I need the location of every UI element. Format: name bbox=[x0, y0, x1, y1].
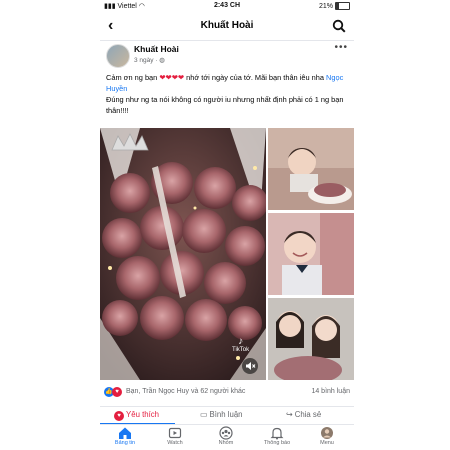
tab-watch[interactable]: Watch bbox=[150, 426, 200, 446]
tab-news-feed[interactable]: Bảng tin bbox=[100, 426, 150, 446]
bell-icon bbox=[270, 427, 284, 440]
post-meta: 3 ngày · ◍ bbox=[134, 57, 165, 64]
battery-status: 21% bbox=[319, 2, 350, 10]
tiktok-watermark: ♪ TikTok bbox=[232, 336, 250, 353]
top-nav: ‹ Khuất Hoài bbox=[100, 14, 354, 41]
heart-icon: ♥ bbox=[114, 411, 124, 421]
phone-screen: ▮▮▮ Viettel ◠ 2:43 CH 21% ‹ Khuất Hoài K… bbox=[100, 0, 354, 450]
hearts-emoji: ❤❤❤❤ bbox=[159, 73, 185, 82]
comment-icon: ▭ bbox=[200, 410, 208, 419]
search-icon[interactable] bbox=[332, 19, 346, 33]
share-icon: ↪ bbox=[286, 410, 293, 419]
photo-friends[interactable] bbox=[268, 298, 354, 380]
post-actions: ♥ Yêu thích ▭ Bình luận ↪ Chia sẻ bbox=[100, 406, 354, 423]
love-button[interactable]: ♥ Yêu thích bbox=[114, 410, 159, 421]
baby-smiling-image bbox=[268, 213, 354, 295]
share-button[interactable]: ↪ Chia sẻ bbox=[286, 410, 321, 419]
battery-icon bbox=[335, 2, 350, 10]
post-header: Khuất Hoài 3 ngày · ◍ ••• bbox=[106, 42, 350, 70]
friends-image bbox=[268, 298, 354, 380]
photo-baby-smiling[interactable] bbox=[268, 213, 354, 295]
author-name[interactable]: Khuất Hoài bbox=[134, 44, 179, 54]
tab-menu[interactable]: Menu bbox=[302, 426, 352, 446]
photo-grid: ♪ TikTok bbox=[100, 128, 354, 380]
volume-button[interactable] bbox=[242, 358, 258, 374]
page-title: Khuất Hoài bbox=[200, 20, 254, 31]
baby-cake-image bbox=[268, 128, 354, 210]
clock: 2:43 CH bbox=[213, 2, 241, 9]
avatar[interactable] bbox=[106, 44, 130, 68]
post-caption: Cảm ơn ng bạn ❤❤❤❤ nhớ tới ngày của tớ. … bbox=[106, 73, 344, 115]
tab-groups[interactable]: Nhóm bbox=[201, 426, 251, 446]
groups-icon bbox=[219, 426, 233, 440]
comment-count[interactable]: 14 bình luận bbox=[311, 388, 350, 395]
comment-button[interactable]: ▭ Bình luận bbox=[200, 410, 243, 419]
mute-icon bbox=[246, 362, 256, 370]
reaction-count: Bạn, Trần Ngọc Huy và 62 người khác bbox=[126, 388, 246, 395]
video-icon bbox=[168, 427, 182, 439]
globe-icon: ◍ bbox=[159, 57, 165, 64]
tab-notifications[interactable]: Thông báo bbox=[252, 426, 302, 446]
profile-avatar-icon bbox=[321, 427, 333, 439]
status-bar: ▮▮▮ Viettel ◠ 2:43 CH 21% bbox=[100, 0, 354, 14]
love-reaction-icon: ♥ bbox=[112, 387, 122, 397]
reaction-summary[interactable]: 👍 ♥ Bạn, Trần Ngọc Huy và 62 người khác … bbox=[104, 387, 352, 399]
tiktok-icon: ♪ bbox=[238, 336, 244, 347]
bottom-tab-bar: Bảng tin Watch Nhóm Thông báo Menu bbox=[100, 424, 354, 450]
photo-baby-cake[interactable] bbox=[268, 128, 354, 210]
video-roses[interactable]: ♪ TikTok bbox=[100, 128, 266, 380]
home-icon bbox=[119, 427, 131, 439]
more-options-icon[interactable]: ••• bbox=[334, 42, 348, 53]
